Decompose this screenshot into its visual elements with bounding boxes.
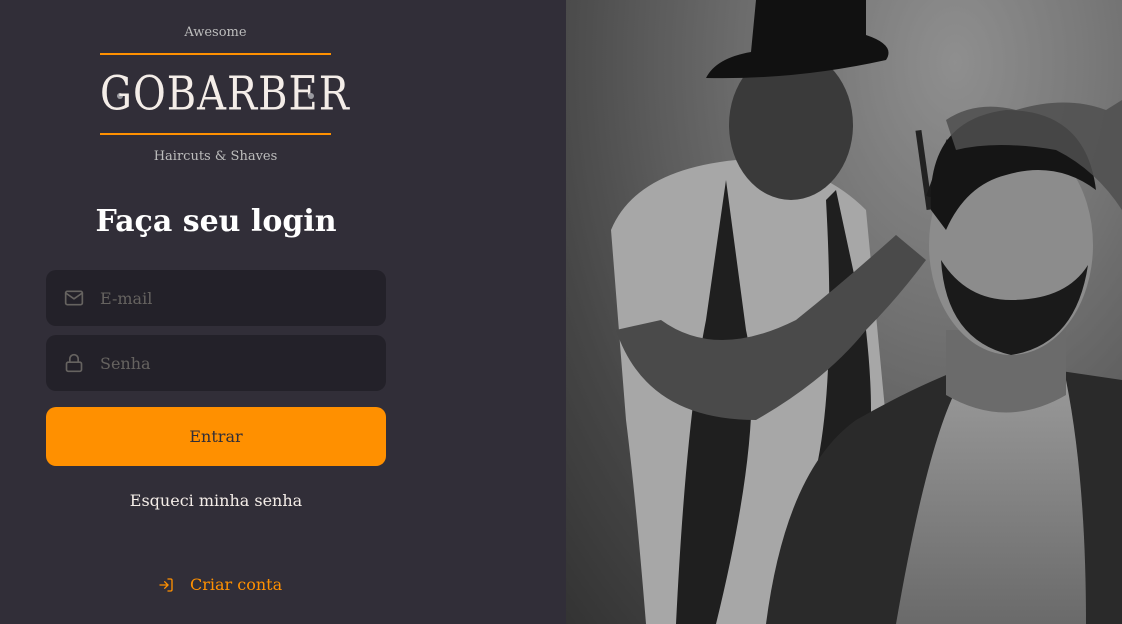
forgot-password-link[interactable]: Esqueci minha senha <box>0 491 432 510</box>
logo-right-dot <box>308 93 314 99</box>
lock-icon <box>64 353 84 373</box>
barber-photo <box>566 0 1122 624</box>
password-field[interactable] <box>46 335 386 391</box>
logo-top-divider <box>100 53 331 55</box>
email-input[interactable] <box>100 288 360 308</box>
logo-top-text: Awesome <box>184 25 247 40</box>
page-title: Faça seu login <box>95 204 337 239</box>
logo-brand-text: GOBARBER <box>100 66 350 122</box>
create-account-link[interactable]: Criar conta <box>158 575 282 594</box>
gobarber-logo: Awesome GOBARBER Haircuts & Shaves <box>100 22 350 167</box>
login-panel: Awesome GOBARBER Haircuts & Shaves Faça … <box>0 0 566 624</box>
barber-photo-illustration <box>566 0 1122 624</box>
logo-bottom-divider <box>100 133 331 135</box>
email-field[interactable] <box>46 270 386 326</box>
logo-bottom-text: Haircuts & Shaves <box>153 149 278 164</box>
password-input[interactable] <box>100 353 360 373</box>
create-account-label: Criar conta <box>190 575 283 594</box>
login-button[interactable]: Entrar <box>46 407 386 466</box>
log-in-icon <box>158 577 174 593</box>
mail-icon <box>64 288 84 308</box>
